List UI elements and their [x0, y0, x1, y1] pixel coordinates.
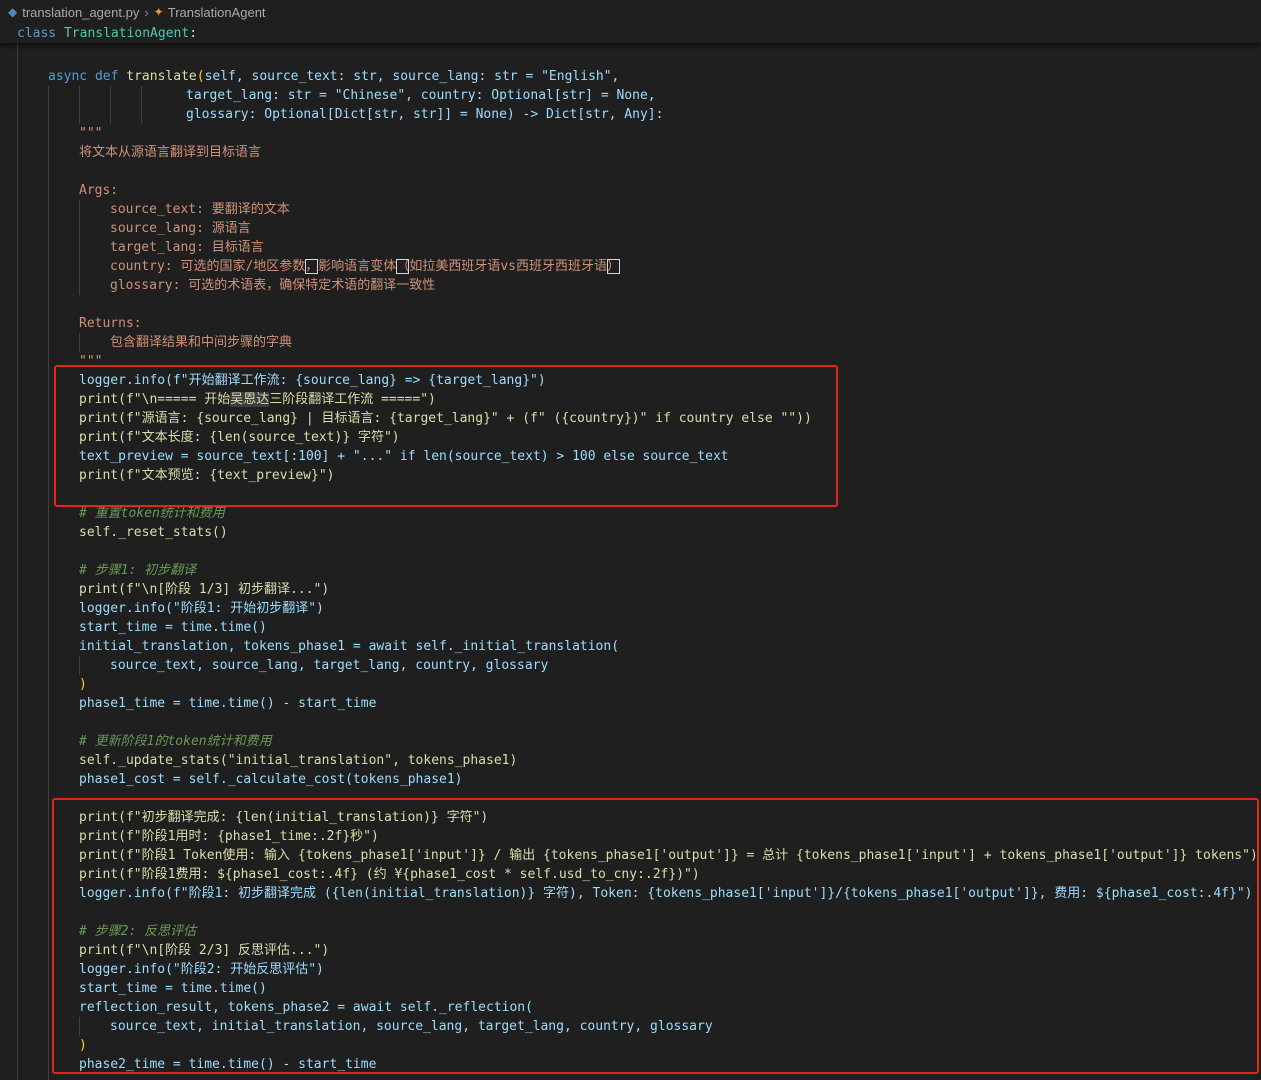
indent-guide: [79, 656, 80, 675]
code-line: print(f"源语言: {source_lang} | 目标语言: {targ…: [79, 411, 812, 426]
code-line: source_text, source_lang, target_lang, c…: [110, 658, 549, 673]
sticky-class-line: class TranslationAgent:: [17, 24, 197, 43]
indent-guide: [79, 333, 80, 352]
code-line: logger.info("阶段2: 开始反思评估"): [79, 962, 324, 977]
code-comment: # 更新阶段1的token统计和费用: [79, 734, 272, 749]
code-line: initial_translation, tokens_phase1 = awa…: [79, 639, 620, 654]
code-line: print(f"\n[阶段 1/3] 初步翻译..."): [79, 582, 330, 597]
highlighted-punctuation: （: [396, 259, 410, 274]
code-line: logger.info(f"阶段1: 初步翻译完成 ({len(initial_…: [79, 886, 1253, 901]
code-line: start_time = time.time(): [79, 981, 267, 996]
sticky-scroll-header[interactable]: class TranslationAgent:: [0, 24, 1261, 43]
docstring-summary: 将文本从源语言翻译到目标语言: [79, 145, 262, 160]
docstring-arg: source_lang: 源语言: [110, 221, 251, 236]
selection-highlight: 吴恩达: [230, 392, 270, 407]
highlighted-punctuation: ）: [606, 259, 620, 274]
arg-text: country: 可选的国家/地区参数: [110, 259, 306, 274]
docstring-close: """: [79, 354, 103, 369]
def-keyword: def: [94, 69, 119, 84]
docstring-arg: target_lang: 目标语言: [110, 240, 264, 255]
indent-guide: [79, 1017, 80, 1036]
indent-guide: [141, 86, 142, 124]
code-line: print(f"\n[阶段 2/3] 反思评估..."): [79, 943, 330, 958]
indent-guide: [48, 86, 49, 1080]
code-text: 三阶段翻译工作流 ====="): [269, 392, 436, 407]
docstring-arg-country: country: 可选的国家/地区参数，影响语言变体（如拉美西班牙语vs西班牙西…: [110, 257, 620, 276]
async-keyword: async: [48, 69, 88, 84]
docstring-args-heading: Args:: [79, 183, 119, 198]
code-line: print(f"阶段1 Token使用: 输入 {tokens_phase1['…: [79, 848, 1258, 863]
code-line: self._reset_stats(): [79, 525, 228, 540]
code-line-params-2: target_lang: str = "Chinese", country: O…: [186, 88, 656, 103]
code-line: print(f"文本预览: {text_preview}"): [79, 468, 335, 483]
arg-text: 如拉美西班牙语vs西班牙西班牙语: [409, 259, 607, 274]
class-keyword: class: [17, 26, 57, 41]
code-line: logger.info("阶段1: 开始初步翻译"): [79, 601, 324, 616]
indent-guide: [79, 200, 80, 295]
code-line: phase1_time = time.time() - start_time: [79, 696, 377, 711]
code-line: logger.info(f"开始翻译工作流: {source_lang} => …: [79, 373, 546, 388]
function-params: self, source_text: str, source_lang: str…: [204, 69, 620, 84]
indent-guide: [110, 86, 111, 124]
highlighted-punctuation: ，: [305, 259, 319, 274]
class-name: TranslationAgent: [63, 26, 190, 41]
code-line: phase1_cost = self._calculate_cost(token…: [79, 772, 463, 787]
code-comment: # 重置token统计和费用: [79, 506, 225, 521]
code-comment: # 步骤2: 反思评估: [79, 924, 197, 939]
code-line: print(f"\n===== 开始吴恩达三阶段翻译工作流 ====="): [79, 390, 436, 409]
docstring-arg: source_text: 要翻译的文本: [110, 202, 290, 217]
code-line: print(f"阶段1费用: ${phase1_cost:.4f} (约 ¥{p…: [79, 867, 700, 882]
code-line: print(f"初步翻译完成: {len(initial_translation…: [79, 810, 489, 825]
code-line: print(f"文本长度: {len(source_text)} 字符"): [79, 430, 400, 445]
code-line-def: async def translate(self, source_text: s…: [48, 69, 620, 84]
code-line: reflection_result, tokens_phase2 = await…: [79, 1000, 533, 1015]
code-line: print(f"阶段1用时: {phase1_time:.2f}秒"): [79, 829, 379, 844]
docstring-returns-desc: 包含翻译结果和中间步骤的字典: [110, 335, 293, 350]
docstring-returns-heading: Returns:: [79, 316, 142, 331]
code-line: self._update_stats("initial_translation"…: [79, 753, 518, 768]
code-line-params-3: glossary: Optional[Dict[str, str]] = Non…: [186, 107, 664, 122]
function-name: translate: [126, 69, 197, 84]
code-line: start_time = time.time(): [79, 620, 267, 635]
code-line: ): [79, 677, 87, 692]
code-editor[interactable]: async def translate(self, source_text: s…: [0, 0, 1261, 1080]
code-line: text_preview = source_text[:100] + "..."…: [79, 449, 729, 464]
docstring-arg: glossary: 可选的术语表，确保特定术语的翻译一致性: [110, 278, 436, 293]
docstring-open: """: [79, 126, 103, 141]
code-text: print(f"\n===== 开始: [79, 392, 231, 407]
code-line: phase2_time = time.time() - start_time: [79, 1057, 377, 1072]
code-line: ): [79, 1038, 87, 1053]
arg-text: 影响语言变体: [318, 259, 397, 274]
indent-guide: [17, 43, 18, 1080]
indent-guide: [79, 86, 80, 124]
class-colon: :: [189, 26, 198, 41]
code-comment: # 步骤1: 初步翻译: [79, 563, 197, 578]
code-line: source_text, initial_translation, source…: [110, 1019, 713, 1034]
